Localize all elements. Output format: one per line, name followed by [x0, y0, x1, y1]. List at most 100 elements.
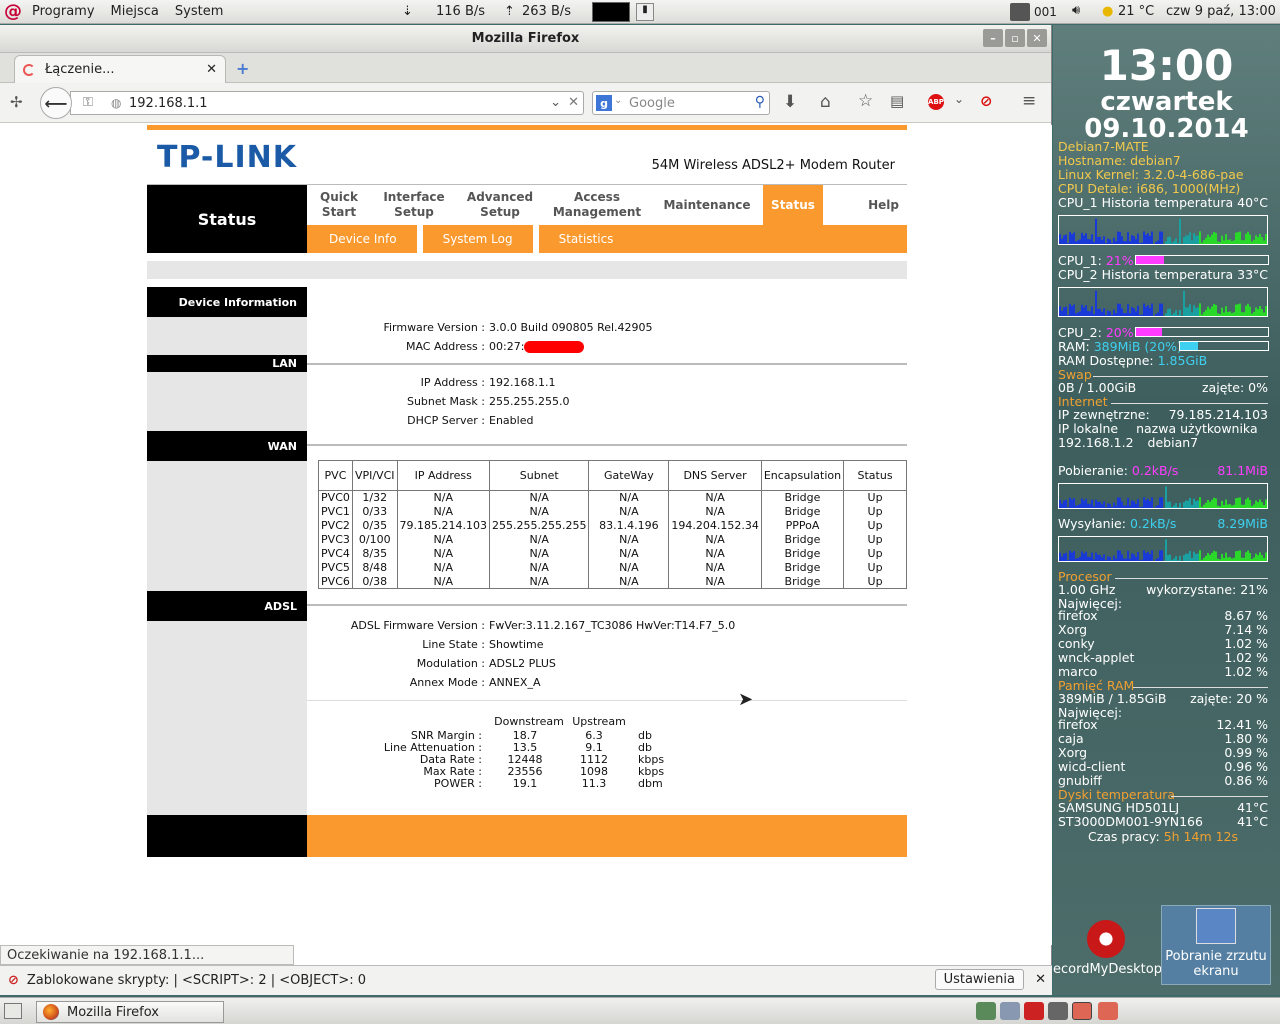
stop-loading-icon[interactable]: ✕: [568, 95, 579, 110]
graph-bar: [1141, 314, 1143, 316]
identity-key-icon[interactable]: ⚿: [83, 95, 93, 110]
system-monitor-applet[interactable]: [592, 2, 630, 22]
conky-cpu1-hist: CPU_1 Historia: [1058, 195, 1150, 210]
google-engine-icon[interactable]: g: [596, 95, 612, 111]
back-button[interactable]: ⟵: [40, 87, 72, 119]
lan-section: LAN IP Address : 192.168.1.1 Subnet Mask …: [147, 355, 907, 431]
recordmydesktop-launcher[interactable]: ecordMyDesktop: [1053, 918, 1162, 977]
graph-bar: [1075, 313, 1077, 316]
graph-bar: [1225, 552, 1227, 561]
conky-list-item: caja 1.80 %: [1058, 731, 1268, 746]
firefox-launcher-icon[interactable]: [1072, 1002, 1092, 1020]
graph-bar: [1095, 552, 1097, 561]
menu-quick-start[interactable]: Quick Start: [307, 190, 371, 220]
graph-bar: [1255, 553, 1257, 561]
screenshot-launcher[interactable]: Pobranie zrzutu ekranu: [1161, 905, 1271, 985]
network-tray-icon[interactable]: [1010, 3, 1030, 21]
engine-dropdown-icon[interactable]: ⌄: [614, 95, 622, 106]
panel-clock[interactable]: czw 9 paź, 13:00: [1166, 4, 1276, 19]
show-desktop-icon[interactable]: ▮: [636, 3, 654, 21]
graph-bar: [1137, 305, 1139, 316]
graph-bar: [1117, 231, 1119, 244]
menu-advanced-setup[interactable]: Advanced Setup: [457, 190, 543, 220]
adblock-dropdown-icon[interactable]: ⌄: [954, 92, 964, 106]
graph-bar: [1081, 498, 1083, 508]
search-icon[interactable]: ⚲: [755, 94, 765, 110]
graph-bar: [1071, 499, 1073, 508]
table-row: PVC0 1/32 N/A N/A N/A N/A Bridge Up: [318, 490, 907, 505]
url-bar[interactable]: ⚿ ◍ 192.168.1.1 ⌄ ✕: [70, 91, 584, 115]
graph-bar: [1233, 504, 1235, 508]
graph-bar: [1211, 499, 1213, 508]
graph-bar: [1133, 554, 1135, 561]
menu-help[interactable]: Help: [823, 198, 907, 213]
graph-bar: [1107, 310, 1109, 316]
table-row: PVC1 0/33 N/A N/A N/A N/A Bridge Up: [318, 504, 907, 519]
firefox-launcher-2-icon[interactable]: [1098, 1002, 1118, 1020]
url-dropdown-icon[interactable]: ⌄: [550, 95, 561, 110]
menu-access-management[interactable]: Access Management: [543, 190, 651, 220]
drive-tray-icon[interactable]: [1000, 1002, 1020, 1020]
volume-icon[interactable]: 🔊︎: [1072, 3, 1080, 18]
home-icon[interactable]: ⌂: [820, 92, 831, 112]
conky-list-item: wicd-client 0.96 %: [1058, 759, 1268, 774]
taskbar-firefox-button[interactable]: Mozilla Firefox: [36, 1001, 224, 1023]
close-window-button[interactable]: ✕: [1027, 29, 1047, 47]
bookmark-star-icon[interactable]: ☆: [858, 91, 873, 111]
graph-bar: [1077, 312, 1079, 316]
window-titlebar[interactable]: Mozilla Firefox – ▫ ✕: [0, 25, 1051, 53]
adblock-icon[interactable]: ABP: [928, 94, 944, 110]
menu-programy[interactable]: Programy: [24, 4, 103, 19]
camera-tray-icon[interactable]: [1048, 1002, 1068, 1020]
bookmarks-menu-icon[interactable]: ▤: [890, 92, 904, 110]
new-tab-icon[interactable]: +: [236, 59, 249, 78]
graph-bar: [1261, 502, 1263, 508]
graph-bar: [1079, 239, 1081, 244]
minimize-button[interactable]: –: [983, 29, 1003, 47]
graph-bar: [1087, 556, 1089, 561]
graph-bar: [1263, 557, 1265, 561]
menu-system[interactable]: System: [167, 4, 231, 19]
submenu-device-info[interactable]: Device Info: [307, 225, 423, 253]
menu-miejsca[interactable]: Miejsca: [103, 4, 167, 19]
wicd-tray-icon[interactable]: [976, 1002, 996, 1020]
noscript-icon[interactable]: ⊘: [980, 92, 993, 110]
notification-close-icon[interactable]: ✕: [1035, 972, 1046, 987]
graph-bar: [1119, 497, 1121, 508]
show-desktop-button[interactable]: [4, 1003, 22, 1019]
graph-bar: [1223, 557, 1225, 561]
recorder-tray-icon[interactable]: [1024, 1002, 1044, 1020]
recordmydesktop-label: ecordMyDesktop: [1053, 962, 1162, 977]
graph-bar: [1225, 499, 1227, 508]
debian-logo-icon[interactable]: @: [2, 1, 24, 23]
menu-maintenance[interactable]: Maintenance: [651, 198, 763, 213]
graph-bar: [1237, 232, 1239, 244]
graph-bar: [1115, 558, 1117, 561]
download-icon[interactable]: ⬇: [783, 92, 797, 112]
graph-bar: [1157, 312, 1159, 316]
graph-bar: [1175, 503, 1177, 508]
table-row: PVC6 0/38 N/A N/A N/A N/A Bridge Up: [318, 574, 907, 589]
tab-connecting[interactable]: Łączenie... ✕: [14, 55, 226, 83]
search-bar[interactable]: g ⌄ Google ⚲: [592, 91, 770, 115]
hamburger-menu-icon[interactable]: ≡: [1022, 91, 1036, 111]
net-up-icon: ⇡: [504, 4, 515, 19]
table-cell: N/A: [488, 532, 590, 547]
weather-temp[interactable]: 21 °C: [1118, 4, 1154, 19]
tab-close-icon[interactable]: ✕: [206, 62, 217, 77]
graph-bar: [1221, 307, 1223, 316]
graph-bar: [1061, 556, 1063, 561]
graph-bar: [1233, 312, 1235, 316]
puzzle-icon[interactable]: ✢: [10, 93, 23, 111]
graph-bar: [1195, 307, 1197, 316]
menu-interface-setup[interactable]: Interface Setup: [371, 190, 457, 220]
graph-bar: [1239, 231, 1241, 244]
maximize-button[interactable]: ▫: [1005, 29, 1025, 47]
ram-bar: [1179, 341, 1269, 351]
submenu-statistics[interactable]: Statistics: [539, 225, 634, 253]
menu-status[interactable]: Status: [763, 185, 823, 225]
graph-bar: [1087, 310, 1089, 316]
lan-heading: LAN: [147, 355, 307, 372]
settings-button[interactable]: Ustawienia: [934, 969, 1024, 990]
submenu-system-log[interactable]: System Log: [423, 225, 539, 253]
